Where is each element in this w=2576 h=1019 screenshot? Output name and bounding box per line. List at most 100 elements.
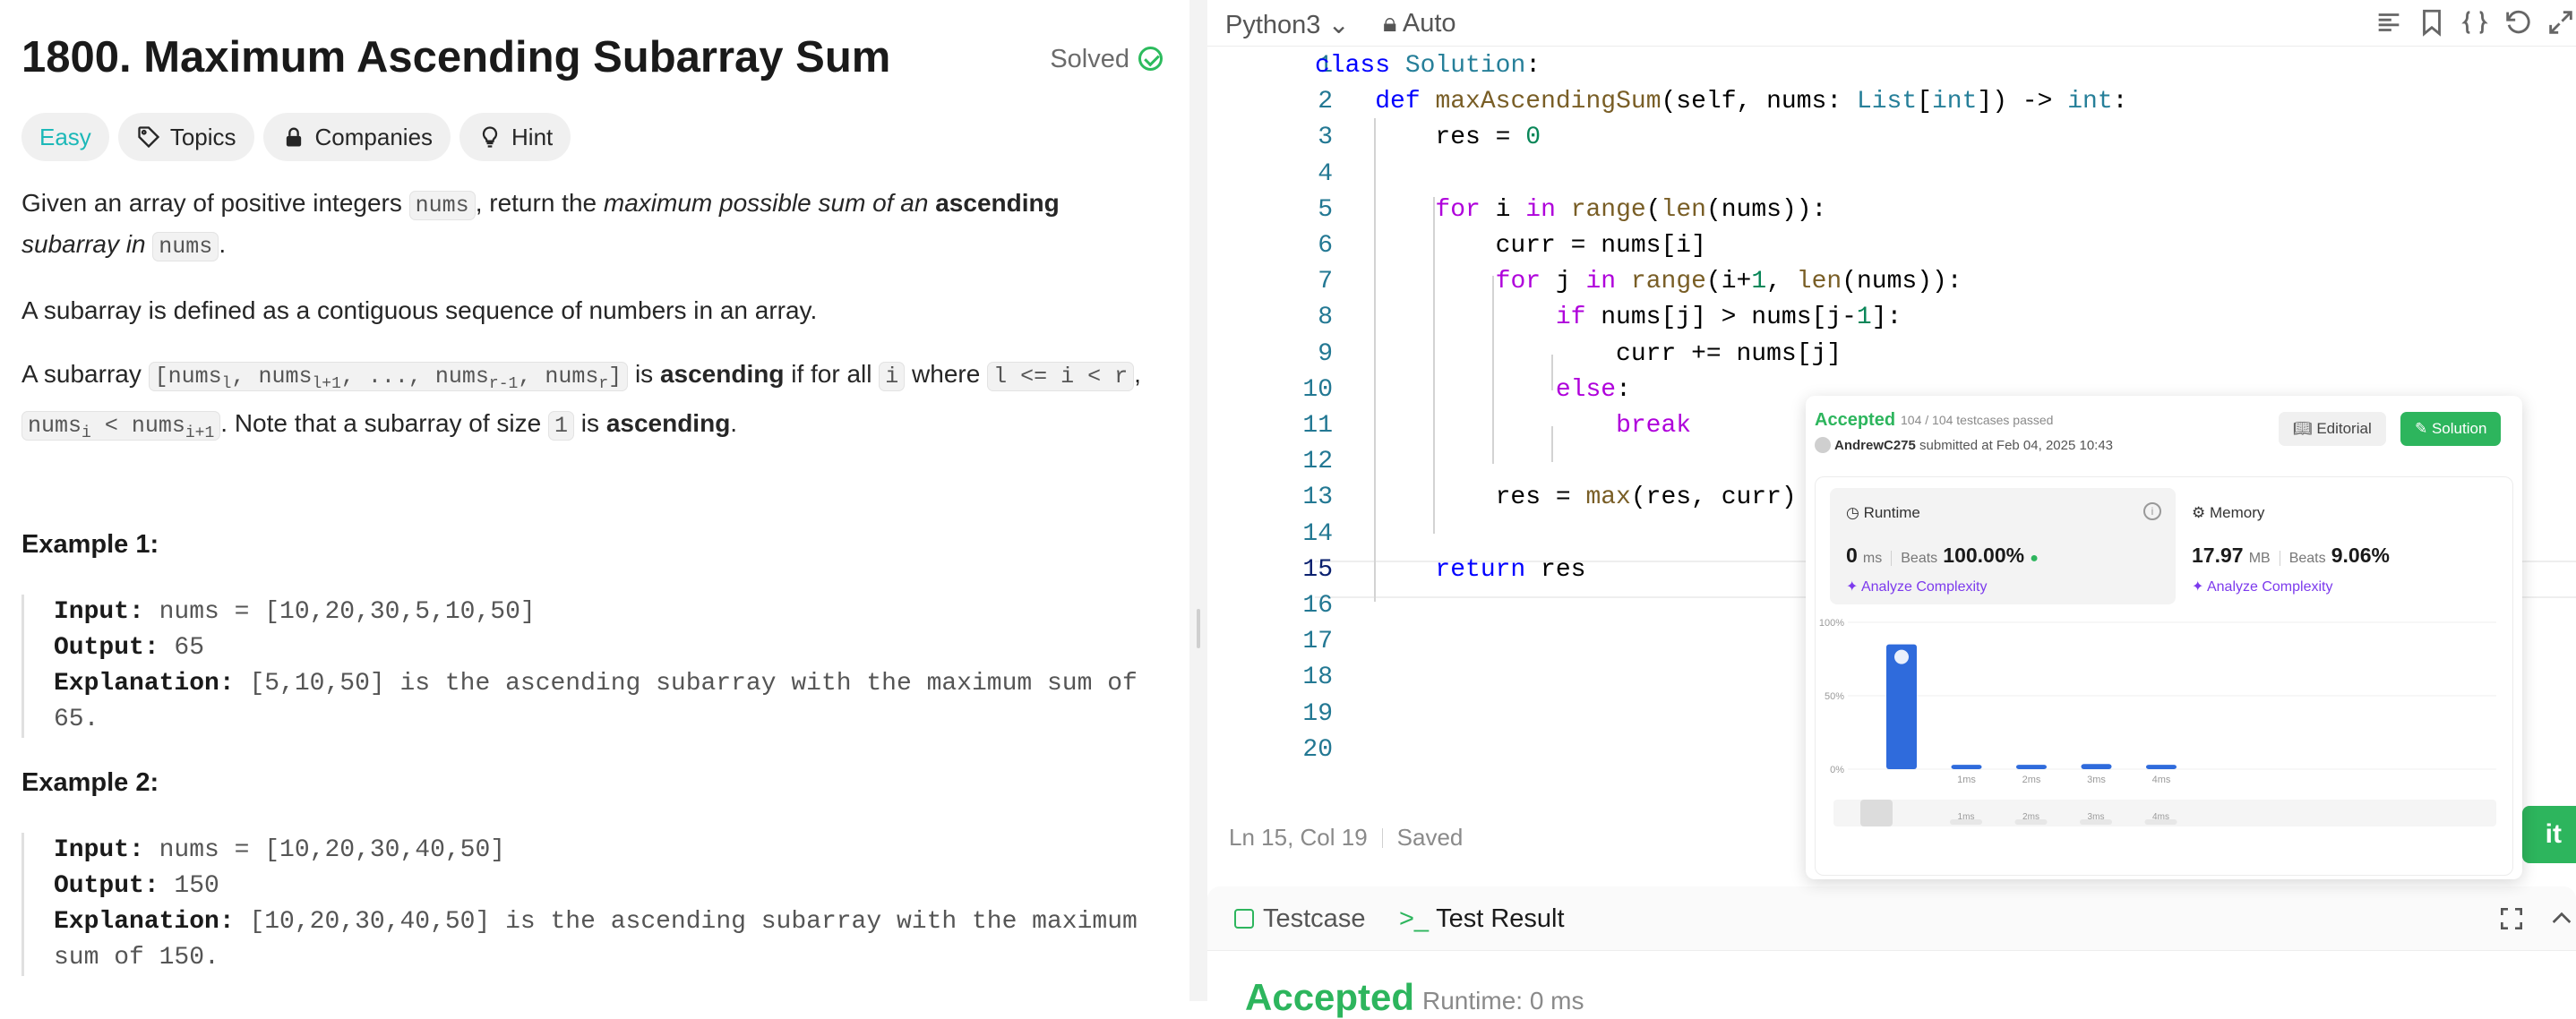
runtime-value: 0 ms Beats 100.00% ● [1846, 544, 2039, 567]
test-panel: Testcase >_ Test Result Accepted Runtime:… [1207, 886, 2576, 1018]
chevron-up-icon[interactable] [2547, 904, 2576, 933]
memory-box[interactable]: ⚙ Memory 17.97 MB Beats 9.06% ✦ Analyze C… [2176, 488, 2498, 604]
line-number: 10 [1302, 375, 1333, 404]
line-number: 13 [1302, 484, 1333, 512]
solved-status: Solved [1050, 45, 1163, 74]
line-number: 17 [1302, 628, 1333, 656]
line-number: 8 [1318, 304, 1333, 332]
code-line[interactable]: class Solution: [1315, 48, 1541, 84]
analyze-complexity-link[interactable]: ✦ Analyze Complexity [2192, 578, 2332, 595]
desc-paragraph-2: A subarray is defined as a contiguous se… [21, 296, 818, 324]
problem-title[interactable]: 1800. Maximum Ascending Subarray Sum [21, 32, 890, 82]
line-number: 12 [1302, 448, 1333, 476]
line-number: 20 [1302, 735, 1333, 764]
braces-icon[interactable] [2460, 7, 2490, 38]
overview-window [1860, 800, 1893, 826]
submission-author: AndrewC275 submitted at Feb 04, 2025 10:… [1815, 437, 2113, 453]
fullscreen-icon[interactable] [2497, 904, 2526, 933]
line-number: 14 [1302, 519, 1333, 548]
testcases-passed: 104 / 104 testcases passed [1901, 413, 2054, 427]
cursor-position: Ln 15, Col 19 [1229, 824, 1368, 851]
check-circle-icon [1138, 47, 1163, 71]
code-line[interactable]: else: [1315, 372, 1631, 408]
hint-label: Hint [511, 124, 554, 150]
submit-button[interactable]: it [2522, 806, 2576, 863]
runtime-box[interactable]: ◷ Runtime i 0 ms Beats 100.00% ● ✦ Analyz… [1830, 488, 2176, 604]
code-line[interactable]: res = 0 [1315, 120, 1541, 156]
analyze-complexity-link[interactable]: ✦ Analyze Complexity [1846, 578, 1987, 595]
lightbulb-icon [482, 126, 498, 148]
language-select[interactable]: Python3 ⌄ [1225, 9, 1350, 40]
runtime-distribution-chart[interactable]: 100% 50% 0% 1ms 2ms 3ms 4ms 1ms 2ms 3ms 4ms [1816, 612, 2514, 877]
overview-label: 4ms [2152, 812, 2169, 822]
avatar [1815, 437, 1831, 453]
problem-description: Given an array of positive integers nums… [21, 184, 1159, 478]
x-tick-label: 3ms [2087, 775, 2106, 785]
edit-icon: ✎ [2415, 420, 2432, 437]
submission-popup: Accepted 104 / 104 testcases passed Andr… [1806, 396, 2522, 879]
clock-icon: ◷ [1846, 504, 1864, 521]
reset-icon[interactable] [2503, 7, 2533, 38]
performance-card: ◷ Runtime i 0 ms Beats 100.00% ● ✦ Analyz… [1815, 476, 2513, 876]
chart-bar [1951, 765, 1982, 769]
memory-value: 17.97 MB Beats 9.06% [2192, 544, 2390, 567]
submitted-time: submitted at Feb 04, 2025 10:43 [1915, 438, 2114, 453]
hint-button[interactable]: Hint [459, 113, 571, 161]
x-tick-label: 4ms [2152, 775, 2171, 785]
code-line[interactable]: for j in range(i+1, len(nums)): [1315, 264, 1962, 300]
result-status: Accepted [1245, 976, 1415, 1018]
book-icon: 📖︎ [2293, 420, 2317, 437]
checkbox-icon [1234, 909, 1254, 929]
overview-label: 2ms [2022, 812, 2039, 822]
line-number: 1 [1318, 52, 1333, 80]
code-line[interactable]: curr += nums[j] [1315, 337, 1842, 372]
trophy-icon: ● [2030, 551, 2039, 566]
x-tick-label: 2ms [2022, 775, 2041, 785]
code-line[interactable]: if nums[j] > nums[j-1]: [1315, 300, 1902, 336]
tag-row: Easy Topics Companies Hint [21, 113, 571, 161]
desc-paragraph-3: A subarray [numsl, numsl+1, ..., numsr-1… [21, 360, 1141, 442]
runtime-label: ◷ Runtime [1846, 504, 1920, 521]
example-1-block: Input: nums = [10,20,30,5,10,50] Output:… [21, 595, 1159, 738]
description-panel: 1800. Maximum Ascending Subarray Sum Sol… [0, 0, 1189, 1001]
editorial-button[interactable]: 📖︎ Editorial [2279, 412, 2386, 446]
line-number: 9 [1318, 339, 1333, 368]
info-icon[interactable]: i [2143, 502, 2161, 520]
code-line[interactable]: def maxAscendingSum(self, nums: List[int… [1315, 84, 2127, 120]
chart-bar [2016, 765, 2047, 769]
line-number: 15 [1302, 555, 1333, 584]
save-status: Saved [1396, 824, 1464, 851]
line-number: 5 [1318, 195, 1333, 224]
code-line[interactable]: return res [1315, 552, 1585, 588]
resize-grip[interactable] [1197, 609, 1200, 648]
code-line[interactable]: for i in range(len(nums)): [1315, 193, 1826, 228]
username[interactable]: AndrewC275 [1834, 438, 1916, 453]
companies-button[interactable]: Companies [262, 113, 451, 161]
code-line[interactable]: curr = nums[i] [1315, 228, 1706, 264]
tag-icon [138, 126, 159, 149]
topics-label: Topics [169, 124, 236, 150]
tab-testcase[interactable]: Testcase [1234, 904, 1365, 934]
example-2-heading: Example 2: [21, 768, 159, 797]
lock-icon [286, 127, 301, 147]
code-line[interactable]: res = max(res, curr) [1315, 480, 1797, 516]
auto-mode-toggle[interactable]: 🔒︎ Auto [1383, 9, 1456, 39]
line-number: 11 [1302, 412, 1333, 440]
tab-test-result[interactable]: >_ Test Result [1399, 904, 1565, 934]
sparkle-icon: ✦ [1846, 579, 1861, 595]
topics-button[interactable]: Topics [117, 113, 254, 161]
editor-toolbar: Python3 ⌄ 🔒︎ Auto [1207, 0, 2576, 47]
panel-resize-handle[interactable] [1189, 0, 1207, 1001]
editor-status-bar: Ln 15, Col 19 Saved [1229, 824, 1463, 852]
code-line[interactable]: break [1315, 408, 1691, 444]
solution-button[interactable]: ✎ Solution [2400, 412, 2502, 446]
overview-label: 1ms [1958, 812, 1975, 822]
format-icon[interactable] [2374, 7, 2404, 38]
memory-label: ⚙ Memory [2192, 504, 2265, 521]
x-tick-label: 1ms [1957, 775, 1976, 785]
expand-icon[interactable] [2546, 7, 2576, 38]
memory-chip-icon: ⚙ [2192, 504, 2210, 521]
bookmark-icon[interactable] [2417, 7, 2447, 38]
line-number: 7 [1318, 268, 1333, 296]
user-marker [1894, 649, 1909, 664]
